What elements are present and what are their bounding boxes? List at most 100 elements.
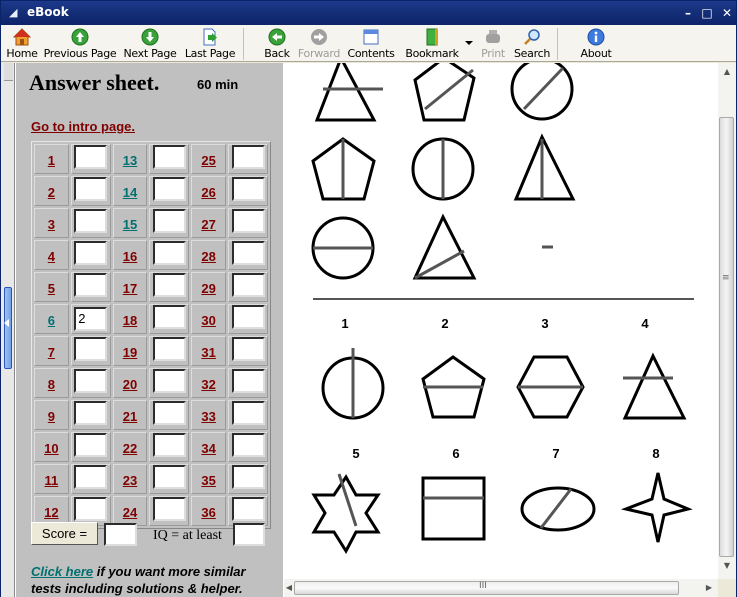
bookmark-button[interactable]: Bookmark [405, 28, 459, 62]
question-link[interactable]: 34 [201, 441, 215, 456]
question-link[interactable]: 7 [48, 345, 55, 360]
scroll-left-icon[interactable]: ◀ [284, 579, 294, 597]
scroll-up-icon[interactable]: ▲ [718, 63, 736, 81]
question-link[interactable]: 21 [123, 409, 137, 424]
score-button[interactable]: Score = [31, 522, 98, 545]
search-button[interactable]: Search [513, 28, 551, 62]
question-link[interactable]: 5 [48, 281, 55, 296]
answer-input[interactable] [231, 337, 265, 361]
answer-input[interactable] [74, 241, 108, 265]
question-link[interactable]: 27 [201, 217, 215, 232]
question-link[interactable]: 36 [201, 505, 215, 520]
answer-input[interactable] [152, 497, 186, 521]
question-link[interactable]: 16 [123, 249, 137, 264]
question-link[interactable]: 11 [45, 473, 59, 488]
scroll-down-icon[interactable]: ▼ [718, 557, 736, 575]
answer-input[interactable] [152, 433, 186, 457]
option-7-ellipse-diagonal-line[interactable] [520, 486, 596, 532]
question-link[interactable]: 20 [123, 377, 137, 392]
answer-input[interactable] [152, 177, 186, 201]
iq-field[interactable] [233, 523, 265, 546]
question-link[interactable]: 17 [123, 281, 137, 296]
intro-page-link[interactable]: Go to intro page. [31, 119, 135, 134]
answer-input[interactable] [231, 241, 265, 265]
question-link[interactable]: 29 [201, 281, 215, 296]
collapse-panel-handle[interactable] [4, 287, 12, 369]
answer-input[interactable]: 2 [74, 307, 108, 331]
answer-input[interactable] [74, 209, 108, 233]
answer-input[interactable] [152, 273, 186, 297]
answer-input[interactable] [231, 177, 265, 201]
option-2-pentagon-horizontal-line[interactable] [421, 355, 486, 419]
option-1-circle-vertical-line[interactable] [321, 348, 385, 420]
question-link[interactable]: 12 [44, 505, 58, 520]
option-3-hexagon-horizontal-line[interactable] [516, 355, 585, 419]
question-link[interactable]: 25 [201, 153, 215, 168]
maximize-button[interactable]: □ [699, 5, 715, 21]
score-field[interactable] [104, 523, 137, 546]
option-5-star-diagonal-line[interactable] [311, 473, 381, 554]
answer-input[interactable] [152, 337, 186, 361]
answer-input[interactable] [152, 209, 186, 233]
answer-input[interactable] [74, 465, 108, 489]
answer-input[interactable] [152, 241, 186, 265]
question-link[interactable]: 33 [201, 409, 215, 424]
answer-input[interactable] [74, 177, 108, 201]
answer-input[interactable] [231, 497, 265, 521]
answer-input[interactable] [231, 465, 265, 489]
home-button[interactable]: Home [5, 28, 39, 62]
question-link[interactable]: 2 [48, 185, 55, 200]
next-page-button[interactable]: Next Page [122, 28, 178, 62]
question-link[interactable]: 6 [48, 313, 55, 328]
question-link[interactable]: 8 [48, 377, 55, 392]
answer-input[interactable] [74, 273, 108, 297]
option-6-square-horizontal-line[interactable] [421, 476, 486, 541]
question-link[interactable]: 32 [201, 377, 215, 392]
question-link[interactable]: 31 [201, 345, 215, 360]
question-link[interactable]: 19 [123, 345, 137, 360]
option-4-triangle-horizontal-line[interactable] [622, 352, 687, 420]
question-link[interactable]: 35 [201, 473, 215, 488]
panel-splitter[interactable] [1, 63, 15, 597]
answer-input[interactable] [152, 465, 186, 489]
vertical-scrollbar[interactable]: ▲ ≡ ▼ [718, 63, 736, 579]
contents-button[interactable]: Contents [347, 28, 395, 62]
answer-input[interactable] [152, 145, 186, 169]
answer-input[interactable] [231, 433, 265, 457]
question-link[interactable]: 13 [123, 153, 137, 168]
question-link[interactable]: 1 [48, 153, 55, 168]
answer-input[interactable] [74, 497, 108, 521]
answer-input[interactable] [231, 369, 265, 393]
answer-input[interactable] [152, 305, 186, 329]
scroll-right-icon[interactable]: ▶ [704, 579, 714, 597]
answer-input[interactable] [231, 305, 265, 329]
question-link[interactable]: 28 [201, 249, 215, 264]
answer-input[interactable] [74, 401, 108, 425]
question-link[interactable]: 3 [48, 217, 55, 232]
answer-input[interactable] [74, 369, 108, 393]
answer-input[interactable] [152, 401, 186, 425]
answer-input[interactable] [74, 145, 108, 169]
last-page-button[interactable]: Last Page [184, 28, 236, 62]
vertical-scroll-thumb[interactable] [719, 117, 734, 557]
question-link[interactable]: 14 [123, 185, 137, 200]
previous-page-button[interactable]: Previous Page [43, 28, 117, 62]
option-8-four-point-star[interactable] [620, 472, 693, 543]
answer-input[interactable] [74, 433, 108, 457]
answer-input[interactable] [231, 401, 265, 425]
forward-button[interactable]: Forward [297, 28, 341, 62]
horizontal-scrollbar[interactable]: ◀ III ▶ [284, 579, 718, 597]
answer-input[interactable] [74, 337, 108, 361]
question-link[interactable]: 10 [44, 441, 58, 456]
question-link[interactable]: 9 [48, 409, 55, 424]
question-link[interactable]: 18 [123, 313, 137, 328]
answer-input[interactable] [231, 273, 265, 297]
question-link[interactable]: 22 [123, 441, 137, 456]
print-button[interactable]: Print [479, 28, 507, 62]
question-link[interactable]: 23 [123, 473, 137, 488]
click-here-link[interactable]: Click here [31, 564, 93, 579]
question-link[interactable]: 15 [123, 217, 137, 232]
answer-input[interactable] [231, 209, 265, 233]
question-link[interactable]: 4 [48, 249, 55, 264]
question-link[interactable]: 26 [201, 185, 215, 200]
